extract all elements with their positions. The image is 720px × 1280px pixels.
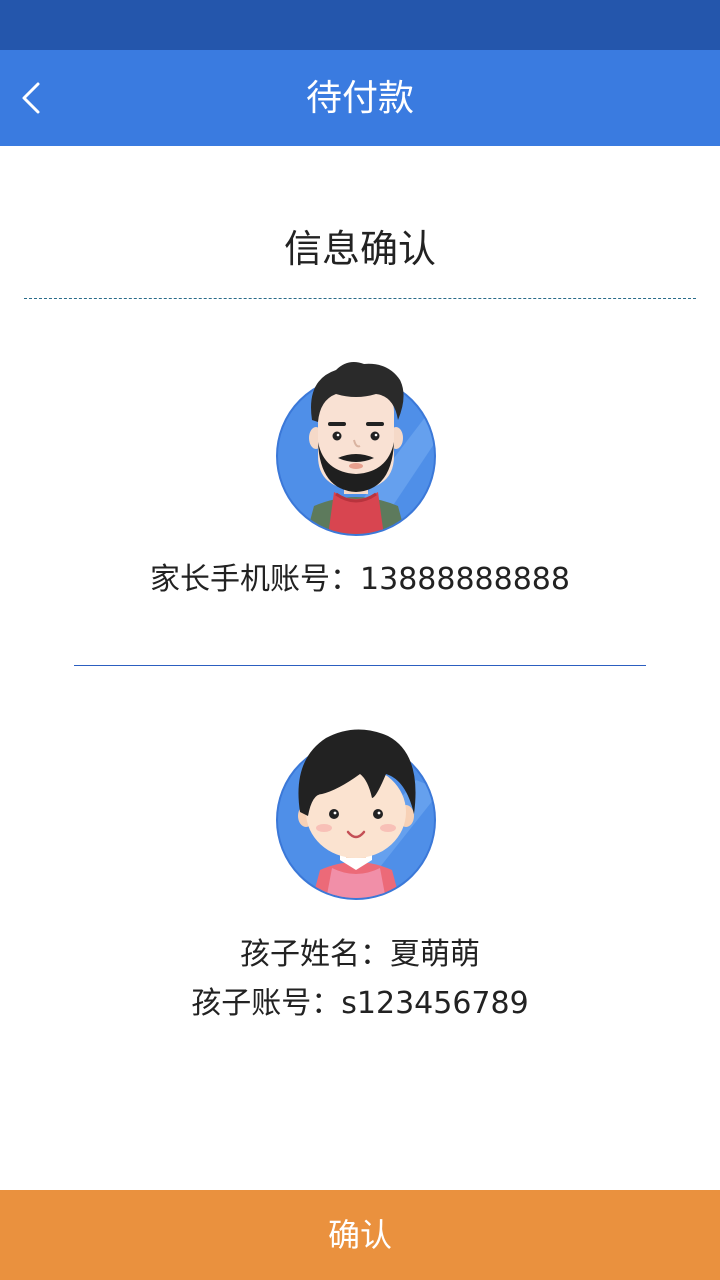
- child-name-value: 夏萌萌: [390, 937, 480, 972]
- child-name-line: 孩子姓名：夏萌萌: [0, 935, 720, 975]
- dashed-divider: [24, 298, 696, 299]
- status-bar: [0, 0, 720, 50]
- child-avatar: [276, 720, 436, 900]
- parent-account-label: 家长手机账号：: [150, 562, 361, 597]
- section-title: 信息确认: [283, 227, 436, 271]
- section-divider: [74, 665, 646, 666]
- nav-bar: 待付款: [0, 50, 720, 146]
- child-account-line: 孩子账号：s123456789: [0, 984, 720, 1024]
- confirm-button[interactable]: 确认: [0, 1190, 720, 1280]
- parent-phone-value: 13888888888: [360, 562, 570, 597]
- child-account-value: s123456789: [341, 986, 529, 1021]
- parent-avatar: [276, 356, 436, 536]
- parent-account-line: 家长手机账号：13888888888: [0, 560, 720, 600]
- child-name-label: 孩子姓名：: [240, 937, 390, 972]
- page-title: 待付款: [305, 78, 414, 119]
- child-account-label: 孩子账号：: [191, 986, 342, 1021]
